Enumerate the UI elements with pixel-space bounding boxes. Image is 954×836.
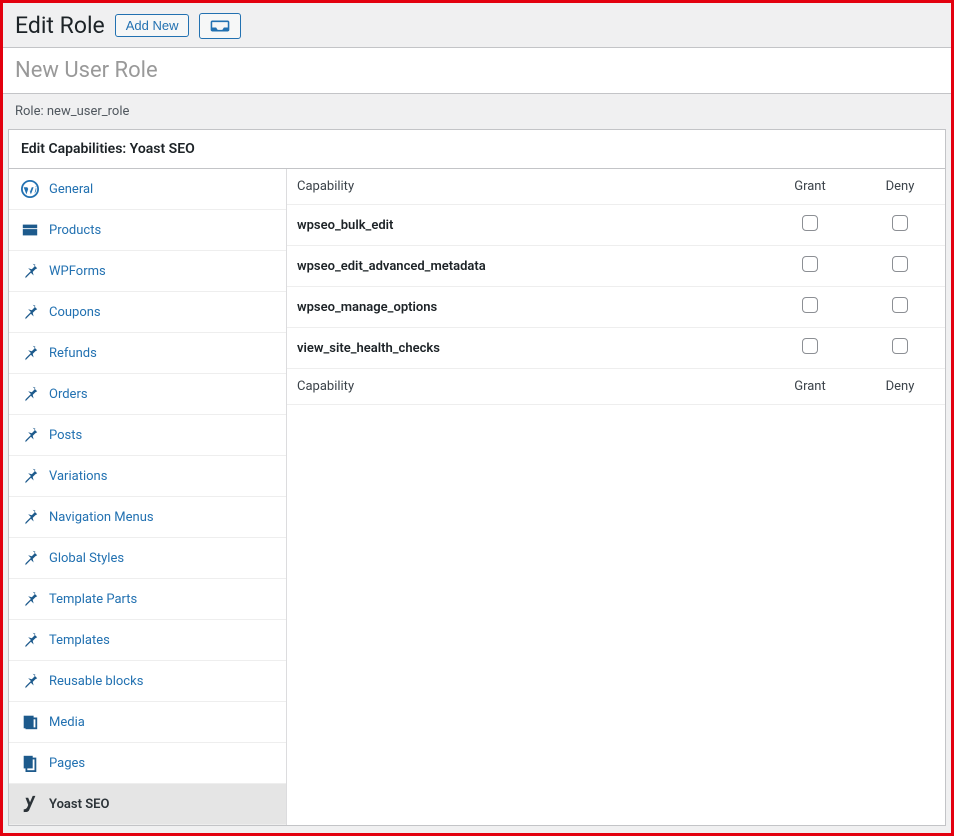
table-row: view_site_health_checks [287, 328, 945, 369]
panel-body: General Products WPForms Coupons Refunds Orde… [9, 169, 945, 825]
role-display-name: New User Role [15, 58, 939, 83]
deny-cell [855, 287, 945, 328]
footer-capability: Capability [287, 369, 765, 405]
sidebar-item-label: Products [49, 223, 101, 238]
capability-name: wpseo_bulk_edit [287, 205, 765, 246]
sidebar-item-label: General [49, 182, 93, 197]
pin-icon [21, 385, 39, 403]
pin-icon [21, 344, 39, 362]
pin-icon [21, 508, 39, 526]
grant-checkbox[interactable] [802, 256, 818, 272]
deny-checkbox[interactable] [892, 215, 908, 231]
grant-checkbox[interactable] [802, 338, 818, 354]
capability-name: wpseo_edit_advanced_metadata [287, 246, 765, 287]
sidebar-item-label: Pages [49, 756, 85, 771]
sidebar-item-coupons[interactable]: Coupons [9, 292, 286, 333]
role-slug-label: Role: [15, 104, 44, 119]
sidebar-item-reusable-blocks[interactable]: Reusable blocks [9, 661, 286, 702]
pin-icon [21, 426, 39, 444]
sidebar-item-template-parts[interactable]: Template Parts [9, 579, 286, 620]
capability-group-sidebar: General Products WPForms Coupons Refunds Orde… [9, 169, 287, 825]
sidebar-item-products[interactable]: Products [9, 210, 286, 251]
sidebar-item-label: Yoast SEO [49, 797, 109, 812]
deny-cell [855, 205, 945, 246]
pin-icon [21, 467, 39, 485]
inbox-icon [210, 19, 230, 33]
table-row: wpseo_manage_options [287, 287, 945, 328]
sidebar-item-label: Orders [49, 387, 88, 402]
sidebar-item-label: Media [49, 715, 85, 730]
deny-cell [855, 246, 945, 287]
pin-icon [21, 672, 39, 690]
sidebar-item-label: WPForms [49, 264, 106, 279]
footer-deny: Deny [855, 369, 945, 405]
col-deny: Deny [855, 169, 945, 205]
inbox-button[interactable] [199, 13, 241, 39]
deny-checkbox[interactable] [892, 297, 908, 313]
deny-checkbox[interactable] [892, 256, 908, 272]
yoast-icon [21, 795, 39, 813]
page-title: Edit Role [15, 12, 105, 39]
sidebar-item-pages[interactable]: Pages [9, 743, 286, 784]
wordpress-icon [21, 180, 39, 198]
pin-icon [21, 303, 39, 321]
role-slug-value: new_user_role [47, 104, 130, 119]
capability-name: wpseo_manage_options [287, 287, 765, 328]
sidebar-item-posts[interactable]: Posts [9, 415, 286, 456]
media-icon [21, 713, 39, 731]
capability-table: Capability Grant Deny wpseo_bulk_editwps… [287, 169, 945, 405]
sidebar-item-label: Posts [49, 428, 82, 443]
sidebar-item-wpforms[interactable]: WPForms [9, 251, 286, 292]
sidebar-item-label: Global Styles [49, 551, 124, 566]
page-frame: Edit Role Add New New User Role Role: ne… [0, 0, 954, 836]
page-header: Edit Role Add New [3, 3, 951, 47]
sidebar-item-label: Coupons [49, 305, 101, 320]
add-new-button[interactable]: Add New [115, 14, 190, 37]
footer-grant: Grant [765, 369, 855, 405]
pin-icon [21, 262, 39, 280]
sidebar-item-label: Refunds [49, 346, 97, 361]
sidebar-item-orders[interactable]: Orders [9, 374, 286, 415]
capability-name: view_site_health_checks [287, 328, 765, 369]
sidebar-item-label: Reusable blocks [49, 674, 143, 689]
role-slug-row: Role: new_user_role [3, 94, 951, 129]
sidebar-item-general[interactable]: General [9, 169, 286, 210]
grant-cell [765, 287, 855, 328]
sidebar-item-refunds[interactable]: Refunds [9, 333, 286, 374]
col-capability: Capability [287, 169, 765, 205]
table-row: wpseo_edit_advanced_metadata [287, 246, 945, 287]
grant-checkbox[interactable] [802, 297, 818, 313]
col-grant: Grant [765, 169, 855, 205]
capabilities-panel: Edit Capabilities: Yoast SEO General Prod… [8, 129, 946, 826]
sidebar-item-label: Templates [49, 633, 110, 648]
grant-cell [765, 246, 855, 287]
pin-icon [21, 549, 39, 567]
grant-cell [765, 328, 855, 369]
pin-icon [21, 631, 39, 649]
sidebar-item-label: Template Parts [49, 592, 137, 607]
role-title-row: New User Role [3, 47, 951, 94]
sidebar-item-variations[interactable]: Variations [9, 456, 286, 497]
panel-heading: Edit Capabilities: Yoast SEO [9, 130, 945, 169]
grant-cell [765, 205, 855, 246]
sidebar-item-yoast-seo[interactable]: Yoast SEO [9, 784, 286, 825]
deny-checkbox[interactable] [892, 338, 908, 354]
pin-icon [21, 590, 39, 608]
capability-table-area: Capability Grant Deny wpseo_bulk_editwps… [287, 169, 945, 825]
sidebar-item-label: Navigation Menus [49, 510, 154, 525]
grant-checkbox[interactable] [802, 215, 818, 231]
sidebar-item-label: Variations [49, 469, 107, 484]
table-row: wpseo_bulk_edit [287, 205, 945, 246]
folder-icon [21, 221, 39, 239]
deny-cell [855, 328, 945, 369]
sidebar-item-navigation-menus[interactable]: Navigation Menus [9, 497, 286, 538]
sidebar-item-media[interactable]: Media [9, 702, 286, 743]
sidebar-item-templates[interactable]: Templates [9, 620, 286, 661]
sidebar-item-global-styles[interactable]: Global Styles [9, 538, 286, 579]
page-icon [21, 754, 39, 772]
